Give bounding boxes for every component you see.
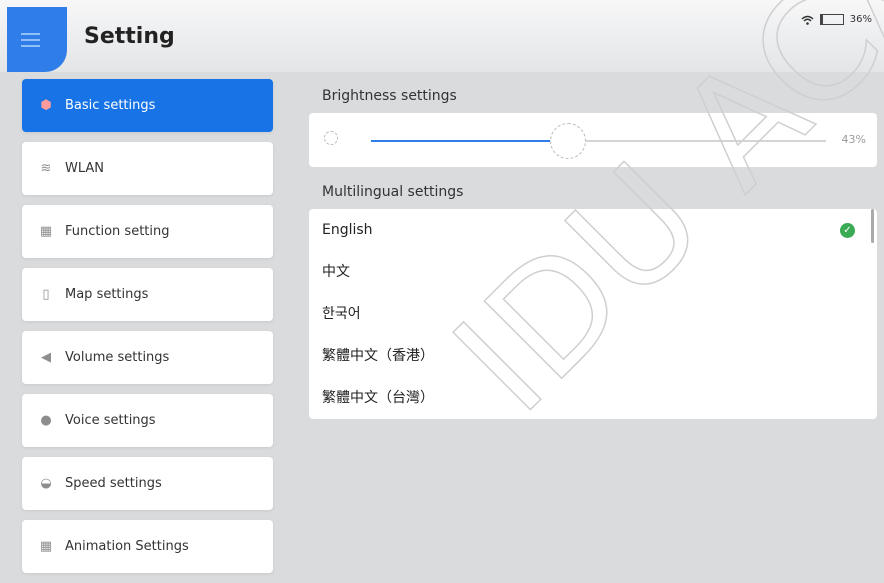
brightness-value: 43% <box>841 133 866 146</box>
sidebar-item-wlan[interactable]: ≋ WLAN <box>22 142 273 195</box>
language-list: English ✓ 中文 한국어 繁體中文（香港） 繁體中文（台灣） <box>309 209 877 419</box>
sidebar-item-label: Voice settings <box>65 413 156 428</box>
map-icon: ▯ <box>42 287 50 302</box>
brightness-card: 43% <box>309 113 877 167</box>
brightness-section-title: Brightness settings <box>322 88 457 104</box>
language-section-title: Multilingual settings <box>322 184 464 200</box>
grid-icon: ▦ <box>39 539 53 554</box>
wifi-icon: ≋ <box>40 161 52 176</box>
sidebar-item-function-setting[interactable]: ▦ Function setting <box>22 205 273 258</box>
sidebar-item-label: Animation Settings <box>65 539 189 554</box>
language-option-traditional-chinese-hk[interactable]: 繁體中文（香港） <box>309 335 877 377</box>
language-option-chinese[interactable]: 中文 <box>309 251 877 293</box>
status-bar: 36% <box>801 14 872 25</box>
language-option-traditional-chinese-tw[interactable]: 繁體中文（台灣） <box>309 377 877 419</box>
sidebar-item-voice-settings[interactable]: ● Voice settings <box>22 394 273 447</box>
chat-bubble-icon: ● <box>40 413 52 428</box>
sidebar-item-label: WLAN <box>65 161 105 176</box>
sidebar-item-label: Volume settings <box>65 350 170 365</box>
language-label: 繁體中文（香港） <box>322 348 434 364</box>
battery-icon <box>819 14 844 25</box>
main-content: Brightness settings 43% Multilingual set… <box>309 79 877 419</box>
sidebar-item-speed-settings[interactable]: ◒ Speed settings <box>22 457 273 510</box>
sidebar-item-volume-settings[interactable]: ◀ Volume settings <box>22 331 273 384</box>
sidebar: ⬢ Basic settings ≋ WLAN ▦ Function setti… <box>22 79 273 583</box>
language-label: English <box>322 222 373 238</box>
sidebar-item-map-settings[interactable]: ▯ Map settings <box>22 268 273 321</box>
brightness-slider[interactable] <box>371 123 826 159</box>
sidebar-item-label: Basic settings <box>65 98 156 113</box>
volume-icon: ◀ <box>41 350 51 365</box>
language-option-korean[interactable]: 한국어 <box>309 293 877 335</box>
language-label: 繁體中文（台灣） <box>322 390 434 406</box>
gear-icon: ⬢ <box>40 98 52 113</box>
language-label: 한국어 <box>322 306 361 322</box>
language-option-english[interactable]: English ✓ <box>309 209 877 251</box>
slider-thumb[interactable] <box>549 123 586 159</box>
check-icon: ✓ <box>840 223 855 238</box>
slider-fill <box>371 140 567 142</box>
sidebar-item-label: Function setting <box>65 224 170 239</box>
menu-icon-line <box>21 45 40 47</box>
grid-icon: ▦ <box>39 224 53 239</box>
sidebar-item-animation-settings[interactable]: ▦ Animation Settings <box>22 520 273 573</box>
sun-icon <box>324 131 338 145</box>
battery-level: 36% <box>849 14 872 25</box>
speedometer-icon: ◒ <box>40 476 52 491</box>
page-title: Setting <box>84 24 175 49</box>
sidebar-item-label: Map settings <box>65 287 149 302</box>
wifi-icon <box>801 15 814 25</box>
top-bar: Setting 36% <box>0 0 884 72</box>
scrollbar[interactable] <box>871 209 874 243</box>
sidebar-item-basic-settings[interactable]: ⬢ Basic settings <box>22 79 273 132</box>
menu-button[interactable] <box>7 7 67 72</box>
menu-icon <box>21 33 40 35</box>
menu-icon-line <box>21 39 40 41</box>
language-label: 中文 <box>322 264 350 280</box>
sidebar-item-label: Speed settings <box>65 476 162 491</box>
